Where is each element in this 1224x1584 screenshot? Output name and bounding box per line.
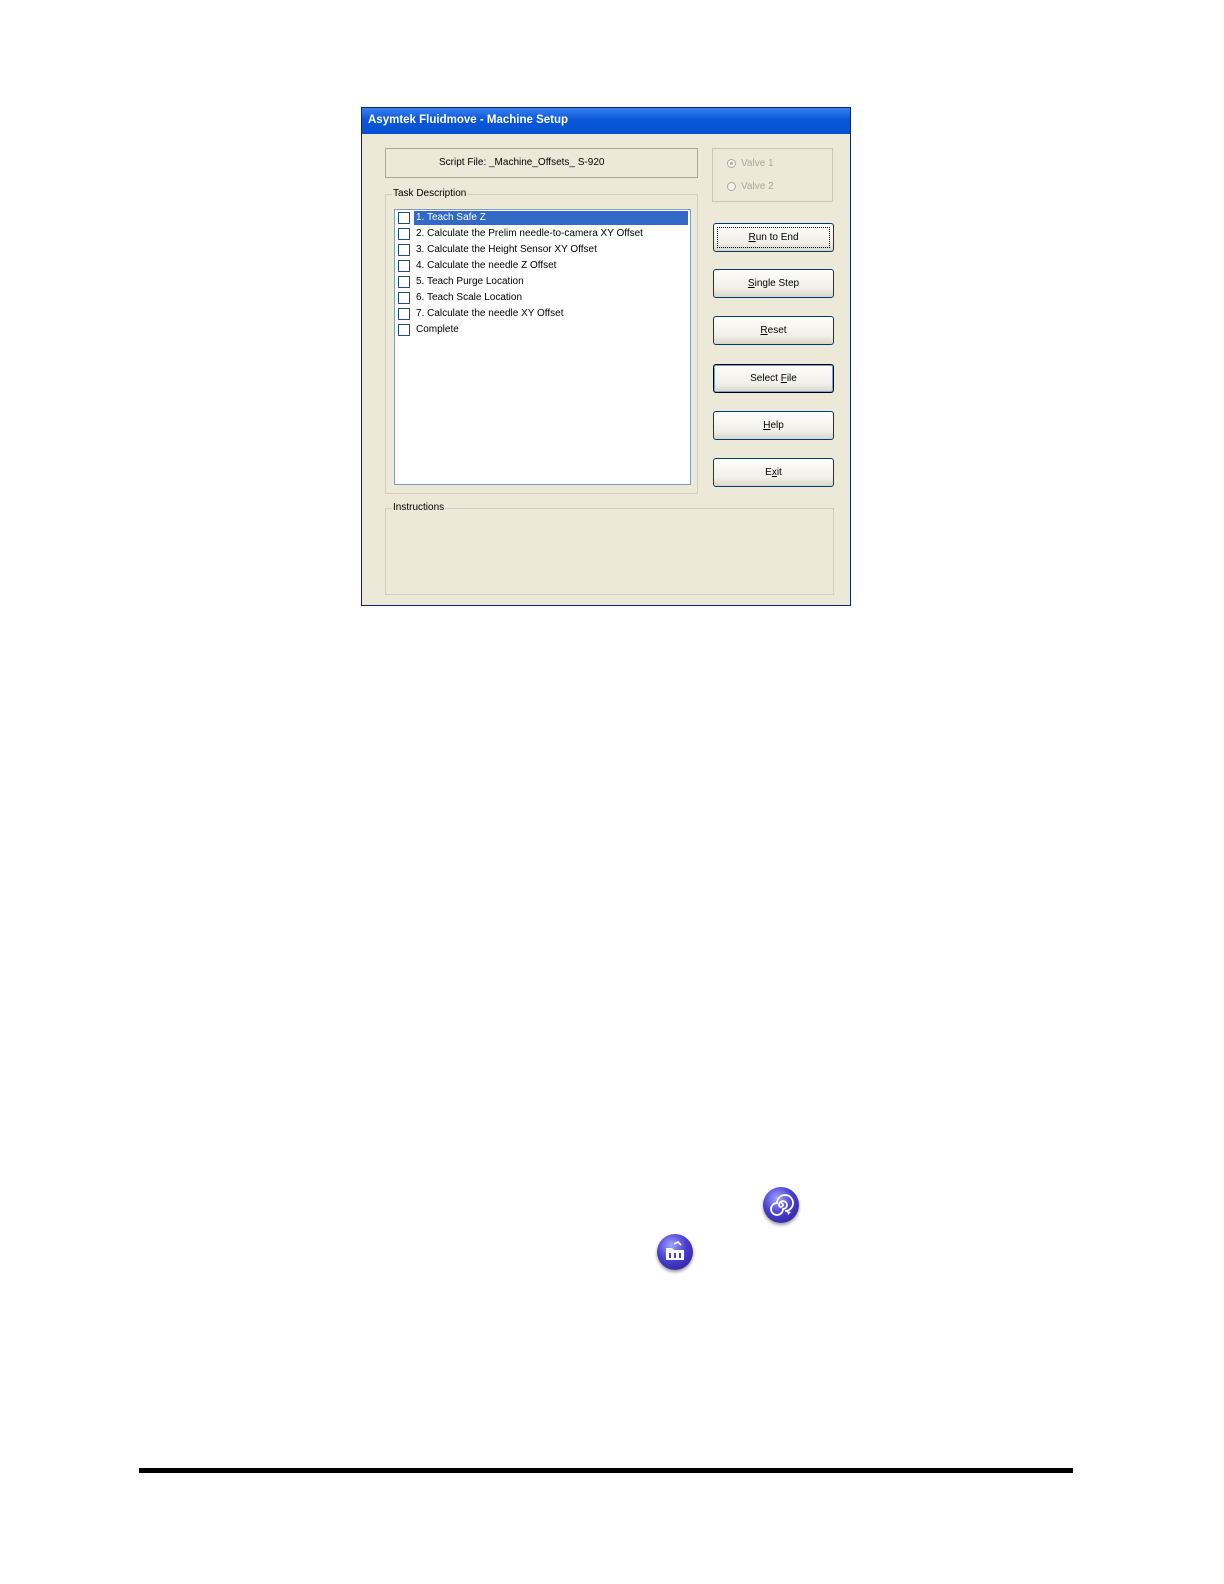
button-label: ingle Step xyxy=(754,278,800,289)
task-item[interactable]: 1. Teach Safe Z xyxy=(395,210,690,226)
task-label: 4. Calculate the needle Z Offset xyxy=(416,260,557,271)
task-label: 2. Calculate the Prelim needle-to-camera… xyxy=(416,228,643,239)
button-label: E xyxy=(765,467,772,478)
machine-setup-window: Asymtek Fluidmove - Machine Setup Script… xyxy=(361,107,851,606)
task-description-group: Task Description 1. Teach Safe Z 2. Calc… xyxy=(385,188,698,494)
task-item[interactable]: 2. Calculate the Prelim needle-to-camera… xyxy=(395,226,690,242)
task-checkbox[interactable] xyxy=(398,260,410,272)
task-item[interactable]: 5. Teach Purge Location xyxy=(395,274,690,290)
instructions-group: Instructions xyxy=(385,502,834,595)
script-file-label: Script File: xyxy=(439,157,487,168)
script-file-value: _Machine_Offsets_ S-920 xyxy=(489,157,605,168)
button-label: Select xyxy=(750,373,781,384)
task-description-legend: Task Description xyxy=(392,188,468,199)
button-label: elp xyxy=(770,420,784,431)
valve-2-label: Valve 2 xyxy=(741,181,774,192)
title-bar[interactable]: Asymtek Fluidmove - Machine Setup xyxy=(362,108,850,134)
task-checkbox[interactable] xyxy=(398,324,410,336)
task-label: Complete xyxy=(416,324,459,335)
accel-key: R xyxy=(760,325,768,336)
task-item[interactable]: 3. Calculate the Height Sensor XY Offset xyxy=(395,242,690,258)
task-item[interactable]: 6. Teach Scale Location xyxy=(395,290,690,306)
spiral-run-icon xyxy=(763,1187,799,1223)
window-title: Asymtek Fluidmove - Machine Setup xyxy=(368,114,569,126)
task-label: 6. Teach Scale Location xyxy=(416,292,523,303)
accel-key: S xyxy=(747,278,755,289)
script-file-box: Script File: _Machine_Offsets_ S-920 xyxy=(385,148,698,178)
single-step-button[interactable]: Single Step xyxy=(713,269,834,298)
page-divider xyxy=(139,1468,1073,1473)
reset-button[interactable]: Reset xyxy=(713,316,834,345)
button-label: ile xyxy=(786,373,797,384)
folder-open-icon xyxy=(657,1234,693,1270)
button-label: un to End xyxy=(755,232,799,243)
instructions-legend: Instructions xyxy=(392,502,446,513)
help-button[interactable]: Help xyxy=(713,411,834,440)
task-item[interactable]: 4. Calculate the needle Z Offset xyxy=(395,258,690,274)
accel-key: R xyxy=(748,232,756,243)
button-label: it xyxy=(776,467,782,478)
task-label: 7. Calculate the needle XY Offset xyxy=(416,308,564,319)
task-checkbox[interactable] xyxy=(398,276,410,288)
select-file-button[interactable]: Select File xyxy=(713,364,834,393)
task-label: 3. Calculate the Height Sensor XY Offset xyxy=(416,244,597,255)
task-checkbox[interactable] xyxy=(398,228,410,240)
task-checkbox[interactable] xyxy=(398,308,410,320)
task-label: 1. Teach Safe Z xyxy=(414,211,688,225)
task-checkbox[interactable] xyxy=(398,212,410,224)
task-list[interactable]: 1. Teach Safe Z 2. Calculate the Prelim … xyxy=(394,209,691,485)
task-checkbox[interactable] xyxy=(398,244,410,256)
valve-2-radio[interactable] xyxy=(727,182,736,191)
task-label: 5. Teach Purge Location xyxy=(416,276,524,287)
run-to-end-button[interactable]: Run to End xyxy=(713,223,834,252)
exit-button[interactable]: Exit xyxy=(713,458,834,487)
button-label: eset xyxy=(767,325,787,336)
task-item[interactable]: 7. Calculate the needle XY Offset xyxy=(395,306,690,322)
valve-1-label: Valve 1 xyxy=(741,158,774,169)
task-checkbox[interactable] xyxy=(398,292,410,304)
valve-1-radio[interactable] xyxy=(727,159,736,168)
task-item[interactable]: Complete xyxy=(395,322,690,338)
valve-selector: Valve 1 Valve 2 xyxy=(712,148,833,202)
